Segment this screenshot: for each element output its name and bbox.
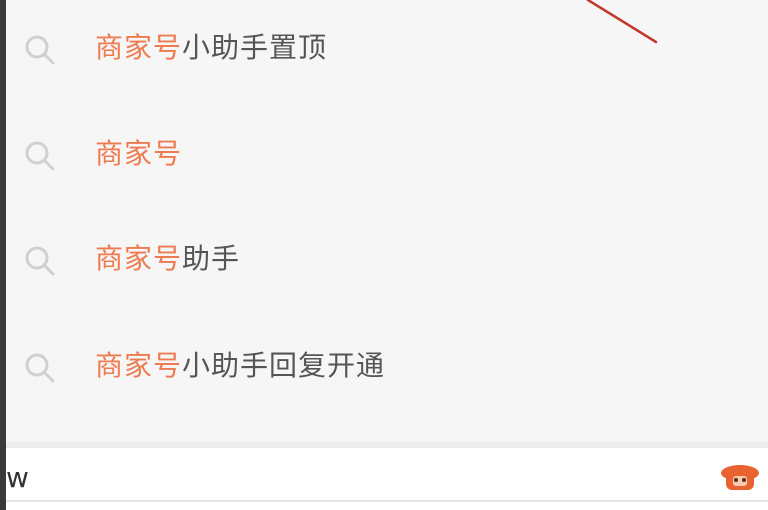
- search-icon: [22, 243, 58, 279]
- suggestion-rest: 小助手置顶: [182, 31, 328, 64]
- search-icon: [22, 138, 58, 174]
- suggestion-item[interactable]: 商家号小助手置顶: [6, 18, 768, 78]
- suggestion-highlight: 商家号: [95, 242, 183, 275]
- input-bar[interactable]: w: [6, 448, 768, 510]
- suggestion-rest: 助手: [182, 242, 241, 275]
- orange-app-icon[interactable]: [718, 458, 762, 498]
- suggestion-highlight: 商家号: [95, 31, 183, 64]
- suggestion-highlight: 商家号: [95, 349, 183, 382]
- suggestion-highlight: 商家号: [95, 137, 183, 170]
- search-icon: [22, 350, 58, 386]
- input-text[interactable]: w: [6, 458, 29, 498]
- suggestion-text: 商家号小助手回复开通: [95, 346, 385, 386]
- suggestion-item[interactable]: 商家号: [6, 124, 768, 184]
- suggestion-item[interactable]: 商家号助手: [6, 229, 768, 289]
- input-underline: [6, 500, 768, 502]
- suggestion-text: 商家号助手: [95, 239, 240, 279]
- search-icon: [22, 32, 58, 68]
- suggestion-item[interactable]: 商家号小助手回复开通: [6, 336, 768, 396]
- suggestion-rest: 小助手回复开通: [182, 349, 386, 382]
- suggestion-text: 商家号: [95, 134, 182, 174]
- suggestion-text: 商家号小助手置顶: [95, 28, 327, 68]
- suggestion-list: 商家号小助手置顶 商家号 商家号助手 商家号小助手回复开通: [6, 0, 768, 442]
